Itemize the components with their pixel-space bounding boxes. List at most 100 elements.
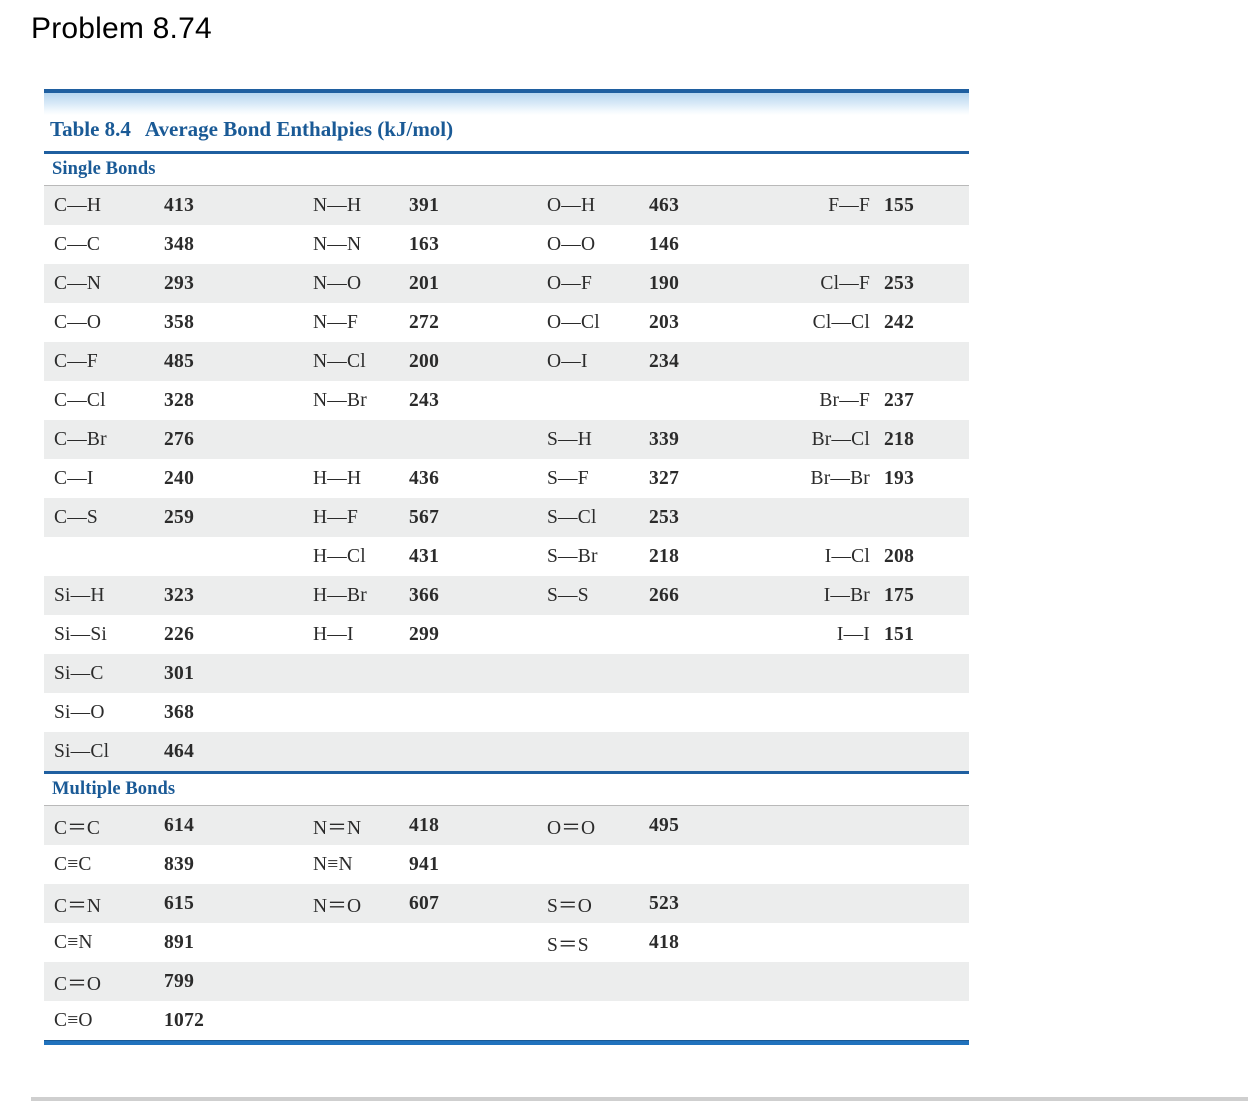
bond-label: Si—Cl	[54, 740, 110, 762]
bond-value: 193	[884, 467, 915, 489]
table-row: C＝C 614 N＝N 418 O＝O 495	[44, 806, 969, 845]
table-row: Si—O 368	[44, 693, 969, 732]
table-row: C—Br 276 S—H 339 Br—Cl 218	[44, 420, 969, 459]
bond-value: 614	[164, 814, 195, 836]
table-row: C—N 293 N—O 201 O—F 190 Cl—F 253	[44, 264, 969, 303]
bond-label: N—N	[313, 233, 362, 255]
bond-value: 218	[649, 545, 680, 567]
table-row: C＝N 615 N＝O 607 S＝O 523	[44, 884, 969, 923]
bond-value: 242	[884, 311, 915, 333]
bond-value: 226	[164, 623, 195, 645]
page-title: Problem 8.74	[31, 12, 212, 45]
bond-label: Cl—Cl	[812, 311, 870, 333]
table-row: C≡C 839 N≡N 941	[44, 845, 969, 884]
section-header-single-bonds: Single Bonds	[52, 159, 156, 179]
bond-value: 253	[884, 272, 915, 294]
bond-value: 259	[164, 506, 195, 528]
bond-value: 941	[409, 853, 440, 875]
bond-value: 301	[164, 662, 195, 684]
bond-value: 243	[409, 389, 440, 411]
table-row: Si—Cl 464	[44, 732, 969, 771]
bond-label: Si—O	[54, 701, 105, 723]
table-row: C—O 358 N—F 272 O—Cl 203 Cl—Cl 242	[44, 303, 969, 342]
bond-label: Br—F	[819, 389, 870, 411]
bond-label: S—Br	[547, 545, 598, 567]
bond-value: 485	[164, 350, 195, 372]
table-row: Si—H 323 H—Br 366 S—S 266 I—Br 175	[44, 576, 969, 615]
table-row: C—S 259 H—F 567 S—Cl 253	[44, 498, 969, 537]
bond-label: C—N	[54, 272, 102, 294]
bond-label: C—O	[54, 311, 102, 333]
bond-value: 607	[409, 892, 440, 914]
bond-label: H—H	[313, 467, 362, 489]
table-row: C≡O 1072	[44, 1001, 969, 1040]
bond-value: 175	[884, 584, 915, 606]
bond-value: 418	[649, 931, 680, 953]
bond-label: C—I	[54, 467, 94, 489]
bond-value: 151	[884, 623, 915, 645]
bond-label: C—H	[54, 194, 102, 216]
bond-label: C≡O	[54, 1009, 93, 1031]
bond-value: 293	[164, 272, 195, 294]
bond-label: H—F	[313, 506, 359, 528]
bond-value: 237	[884, 389, 915, 411]
bond-label: N≡N	[313, 853, 353, 875]
multiple-bonds-grid: C＝C 614 N＝N 418 O＝O 495 C≡C 839 N≡N 941 C＝N 615 N＝O 6…	[44, 806, 969, 1040]
bond-value: 155	[884, 194, 915, 216]
bond-value: 366	[409, 584, 440, 606]
bond-value: 358	[164, 311, 195, 333]
bond-label: O—H	[547, 194, 596, 216]
bond-label: Cl—F	[820, 272, 870, 294]
table-bottom-rule	[44, 1040, 969, 1045]
bond-label: Br—Br	[810, 467, 870, 489]
bond-value: 327	[649, 467, 680, 489]
bond-label: S＝O	[547, 896, 593, 917]
bond-value: 201	[409, 272, 440, 294]
bond-label: S—S	[547, 584, 589, 606]
bond-value: 276	[164, 428, 195, 450]
bond-label: Si—C	[54, 662, 104, 684]
bond-label: S＝S	[547, 935, 589, 956]
page-divider	[31, 1097, 1248, 1101]
bond-label: C≡N	[54, 931, 93, 953]
table-row: C—Cl 328 N—Br 243 Br—F 237	[44, 381, 969, 420]
bond-value: 218	[884, 428, 915, 450]
bond-value: 323	[164, 584, 195, 606]
bond-value: 253	[649, 506, 680, 528]
table-caption: Table 8.4 Average Bond Enthalpies (kJ/mol…	[44, 115, 969, 151]
bond-label: F—F	[828, 194, 870, 216]
bond-label: N—O	[313, 272, 362, 294]
bond-label: H—Cl	[313, 545, 366, 567]
bond-value: 146	[649, 233, 680, 255]
bond-label: C—Br	[54, 428, 107, 450]
bond-label: O—I	[547, 350, 588, 372]
bond-value: 203	[649, 311, 680, 333]
bond-value: 431	[409, 545, 440, 567]
bond-value: 1072	[164, 1009, 205, 1031]
bond-value: 463	[649, 194, 680, 216]
bond-label: H—Br	[313, 584, 367, 606]
bond-value: 348	[164, 233, 195, 255]
table-header-gradient	[44, 93, 969, 115]
bond-value: 208	[884, 545, 915, 567]
bond-label: I—Cl	[824, 545, 870, 567]
bond-value: 839	[164, 853, 195, 875]
bond-label: N—H	[313, 194, 362, 216]
bond-value: 495	[649, 814, 680, 836]
bond-label: N—Cl	[313, 350, 366, 372]
bond-label: H—I	[313, 623, 354, 645]
bond-value: 391	[409, 194, 440, 216]
table-caption-number: Table 8.4	[50, 117, 131, 141]
bond-label: N—Br	[313, 389, 367, 411]
bond-value: 272	[409, 311, 440, 333]
bond-label: Br—Cl	[811, 428, 870, 450]
section-header-multiple-bonds: Multiple Bonds	[52, 779, 176, 799]
bond-value: 234	[649, 350, 680, 372]
table-row: C—H 413 N—H 391 O—H 463 F—F 155	[44, 186, 969, 225]
bond-label: O—Cl	[547, 311, 600, 333]
bond-label: O＝O	[547, 818, 596, 839]
bond-value: 464	[164, 740, 195, 762]
table-row: Si—C 301	[44, 654, 969, 693]
bond-value: 368	[164, 701, 195, 723]
bond-label: C≡C	[54, 853, 92, 875]
